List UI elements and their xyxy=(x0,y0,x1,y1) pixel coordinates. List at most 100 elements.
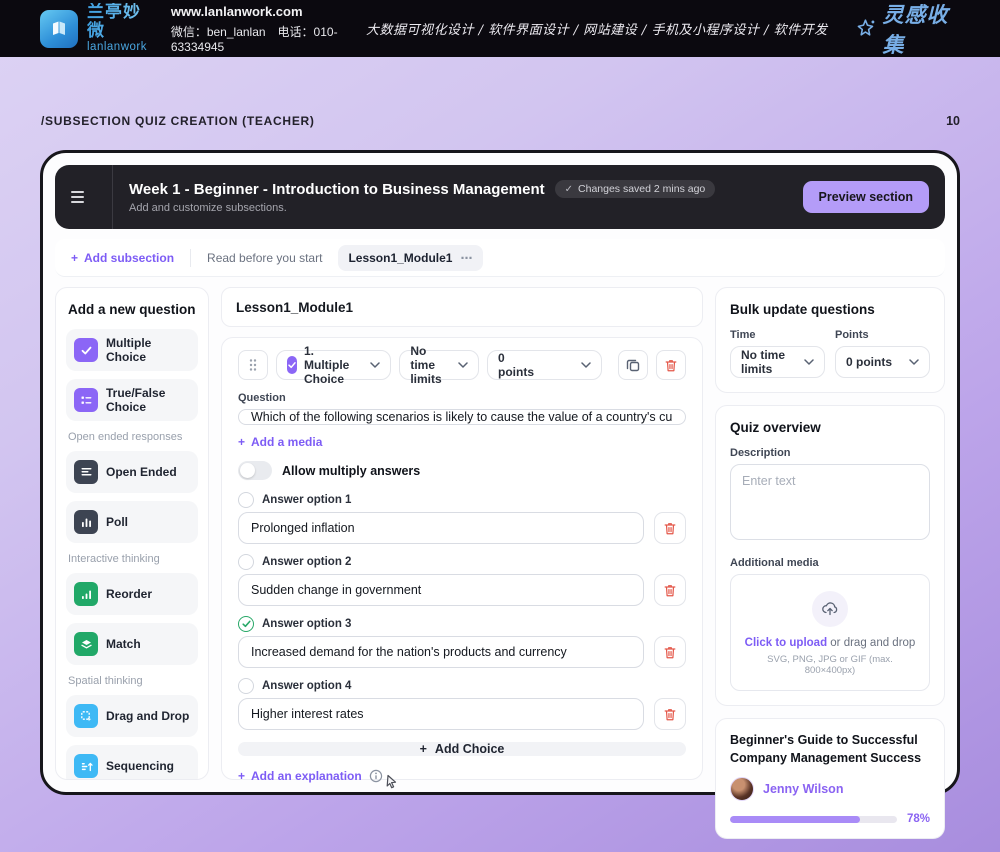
additional-media-label: Additional media xyxy=(730,557,930,569)
hamburger-icon[interactable] xyxy=(71,191,84,203)
check-icon xyxy=(287,356,297,374)
duplicate-question-button[interactable] xyxy=(618,350,648,380)
chevron-down-icon xyxy=(458,362,468,368)
description-label: Description xyxy=(730,447,930,459)
trash-icon xyxy=(663,707,677,722)
brand-name-cn: 兰亭妙微 xyxy=(87,3,151,40)
trash-icon xyxy=(663,645,677,660)
plus-icon: + xyxy=(71,251,78,265)
palette-item-label: Poll xyxy=(106,515,128,529)
add-choice-button[interactable]: + Add Choice xyxy=(238,742,686,756)
bulk-points-select[interactable]: 0 points xyxy=(835,346,930,378)
palette-item-label: Sequencing xyxy=(106,759,174,773)
palette-item-reorder[interactable]: Reorder xyxy=(66,573,198,615)
add-media-button[interactable]: + Add a media xyxy=(238,435,686,449)
palette-item-true-false[interactable]: True/False Choice xyxy=(66,379,198,421)
correct-check-icon xyxy=(242,620,251,628)
answer-radio-correct[interactable] xyxy=(238,616,254,632)
palette-item-poll[interactable]: Poll xyxy=(66,501,198,543)
points-select[interactable]: 0 points xyxy=(487,350,602,380)
tab-lesson1-module1[interactable]: Lesson1_Module1 ⋯ xyxy=(338,245,483,271)
right-panel-column: Bulk update questions Time No time limit… xyxy=(715,287,945,780)
document-lines-icon xyxy=(74,460,98,484)
upload-cta-link[interactable]: Click to upload xyxy=(745,637,827,649)
editor-column: Lesson1_Module1 1. Multiple Choice No xyxy=(221,287,703,780)
bulk-time-select[interactable]: No time limits xyxy=(730,346,825,378)
question-type-select[interactable]: 1. Multiple Choice xyxy=(276,350,391,380)
answer-radio[interactable] xyxy=(238,554,254,570)
answer-input[interactable] xyxy=(238,574,644,606)
palette-item-label: Drag and Drop xyxy=(106,709,189,723)
course-progress: 78% xyxy=(730,813,930,825)
answer-option-label: Answer option 1 xyxy=(262,494,351,506)
author-name[interactable]: Jenny Wilson xyxy=(763,782,843,796)
question-input[interactable] xyxy=(238,409,686,425)
preview-section-button[interactable]: Preview section xyxy=(803,181,930,213)
check-icon xyxy=(74,338,98,362)
question-palette-column: Add a new question Multiple Choice True/… xyxy=(55,287,209,780)
quiz-overview-panel: Quiz overview Description Additional med… xyxy=(715,405,945,706)
add-explanation-row: + Add an explanation xyxy=(238,768,686,784)
subsection-tabs: + Add subsection Read before you start L… xyxy=(55,239,945,277)
chevron-down-icon xyxy=(581,362,591,368)
time-label: Time xyxy=(730,329,825,341)
answer-option-label: Answer option 2 xyxy=(262,556,351,568)
quiz-overview-title: Quiz overview xyxy=(730,420,930,435)
media-upload-dropzone[interactable]: Click to upload or drag and drop SVG, PN… xyxy=(730,574,930,691)
section-header: Week 1 - Beginner - Introduction to Busi… xyxy=(55,165,945,229)
saved-badge-text: Changes saved 2 mins ago xyxy=(578,183,705,195)
answer-radio[interactable] xyxy=(238,678,254,694)
page-number: 10 xyxy=(946,114,960,128)
add-subsection-button[interactable]: + Add subsection xyxy=(71,251,174,265)
palette-item-match[interactable]: Match xyxy=(66,623,198,665)
multiple-answers-toggle-row: Allow multiply answers xyxy=(238,461,686,480)
delete-option-button[interactable] xyxy=(654,636,686,668)
bulk-update-title: Bulk update questions xyxy=(730,302,930,317)
answer-option-row: Answer option 2 xyxy=(238,554,686,606)
add-subsection-label: Add subsection xyxy=(84,251,174,265)
answer-option-row: Answer option 1 xyxy=(238,492,686,544)
info-icon[interactable] xyxy=(369,769,383,783)
section-title-field[interactable]: Lesson1_Module1 xyxy=(221,287,703,327)
description-textarea[interactable] xyxy=(730,464,930,540)
answer-input[interactable] xyxy=(238,636,644,668)
palette-item-open-ended[interactable]: Open Ended xyxy=(66,451,198,493)
poll-bars-icon xyxy=(74,510,98,534)
contact-block: www.lanlanwork.com 微信：ben_lanlan 电话：010-… xyxy=(171,4,366,54)
section-header-text: Week 1 - Beginner - Introduction to Busi… xyxy=(129,180,715,214)
progress-percent-label: 78% xyxy=(907,813,930,825)
tab-read-before-you-start[interactable]: Read before you start xyxy=(207,251,322,265)
time-limit-select[interactable]: No time limits xyxy=(399,350,479,380)
points-label: Points xyxy=(835,329,930,341)
delete-option-button[interactable] xyxy=(654,574,686,606)
add-explanation-button[interactable]: + Add an explanation xyxy=(238,769,362,783)
brand-logo-icon xyxy=(40,10,78,48)
question-type-value: 1. Multiple Choice xyxy=(304,344,357,386)
answer-input[interactable] xyxy=(238,512,644,544)
delete-option-button[interactable] xyxy=(654,698,686,730)
delete-option-button[interactable] xyxy=(654,512,686,544)
allow-multiple-toggle[interactable] xyxy=(238,461,272,480)
palette-item-label: Multiple Choice xyxy=(106,336,190,364)
palette-group-label: Open ended responses xyxy=(68,431,196,443)
ellipsis-icon[interactable]: ⋯ xyxy=(460,251,473,265)
reorder-bars-icon xyxy=(74,582,98,606)
answer-radio[interactable] xyxy=(238,492,254,508)
drag-handle[interactable] xyxy=(238,350,268,380)
chevron-down-icon xyxy=(909,359,919,365)
check-icon: ✓ xyxy=(565,184,573,195)
question-toolbar: 1. Multiple Choice No time limits 0 poin… xyxy=(238,350,686,380)
palette-title: Add a new question xyxy=(68,302,196,317)
copy-icon xyxy=(626,358,640,372)
palette-item-drag-and-drop[interactable]: Drag and Drop xyxy=(66,695,198,737)
question-editor-card: 1. Multiple Choice No time limits 0 poin… xyxy=(221,337,703,780)
question-label: Question xyxy=(238,392,686,404)
palette-item-sequencing[interactable]: Sequencing xyxy=(66,745,198,780)
palette-item-multiple-choice[interactable]: Multiple Choice xyxy=(66,329,198,371)
brand-text: 兰亭妙微 lanlanwork xyxy=(87,3,151,53)
palette-item-label: True/False Choice xyxy=(106,386,190,414)
plus-icon: + xyxy=(238,435,245,449)
delete-question-button[interactable] xyxy=(656,350,686,380)
active-tab-label: Lesson1_Module1 xyxy=(348,251,452,265)
answer-input[interactable] xyxy=(238,698,644,730)
